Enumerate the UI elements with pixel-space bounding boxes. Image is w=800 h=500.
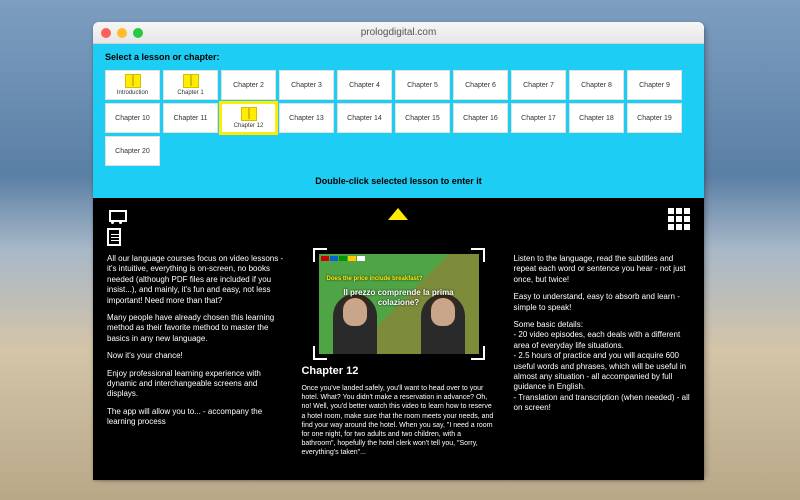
chapter-chip[interactable]: Chapter 16 <box>453 103 508 133</box>
chapter-chip-label: Chapter 16 <box>463 115 498 122</box>
right-p1: Listen to the language, read the subtitl… <box>514 254 690 285</box>
chapter-chip[interactable]: Chapter 18 <box>569 103 624 133</box>
document-icon[interactable] <box>107 228 121 246</box>
right-p3: Some basic details: - 20 video episodes,… <box>514 320 690 414</box>
close-icon[interactable] <box>101 28 111 38</box>
chapter-chip[interactable]: Chapter 12 <box>221 103 276 133</box>
chapter-selector-panel: Select a lesson or chapter: Introduction… <box>93 44 704 198</box>
chapter-chip-label: Chapter 7 <box>523 82 554 89</box>
chapter-chip-label: Chapter 10 <box>115 115 150 122</box>
chapter-chip-label: Chapter 18 <box>579 115 614 122</box>
chapter-chip-label: Chapter 4 <box>349 82 380 89</box>
video-thumbnail: Does the price include breakfast? Il pre… <box>319 254 479 354</box>
app-window: prologdigital.com Select a lesson or cha… <box>93 22 704 480</box>
chapter-chip-label: Chapter 14 <box>347 115 382 122</box>
chapter-chip[interactable]: Chapter 11 <box>163 103 218 133</box>
right-p2: Easy to understand, easy to absorb and l… <box>514 292 690 313</box>
chapter-chip[interactable]: Chapter 1 <box>163 70 218 100</box>
chapter-chip[interactable]: Chapter 17 <box>511 103 566 133</box>
left-p3: Now it's your chance! <box>107 351 283 361</box>
chapter-chip[interactable]: Chapter 20 <box>105 136 160 166</box>
cart-icon[interactable] <box>107 208 127 224</box>
chapter-chip[interactable]: Chapter 14 <box>337 103 392 133</box>
chapter-chip[interactable]: Chapter 2 <box>221 70 276 100</box>
chapter-title: Chapter 12 <box>301 364 495 378</box>
left-column: All our language courses focus on video … <box>107 254 283 457</box>
left-p4: Enjoy professional learning experience w… <box>107 369 283 400</box>
left-p5: The app will allow you to... - accompany… <box>107 407 283 428</box>
chapter-chip-label: Chapter 9 <box>639 82 670 89</box>
chapter-chip-label: Introduction <box>117 90 148 96</box>
video-italian-caption: Il prezzo comprende la prima colazione? <box>329 288 469 309</box>
video-frame[interactable]: Does the price include breakfast? Il pre… <box>319 254 479 354</box>
chapter-grid: Introduction Chapter 1 Chapter 2 Chapter 3 C… <box>105 70 692 166</box>
window-title: prologdigital.com <box>93 27 704 38</box>
left-p1: All our language courses focus on video … <box>107 254 283 306</box>
chapter-chip-label: Chapter 13 <box>289 115 324 122</box>
selector-label: Select a lesson or chapter: <box>105 52 692 62</box>
content-panel: All our language courses focus on video … <box>93 198 704 480</box>
chapter-chip[interactable]: Chapter 15 <box>395 103 450 133</box>
middle-column: Does the price include breakfast? Il pre… <box>301 254 495 457</box>
chapter-chip[interactable]: Chapter 10 <box>105 103 160 133</box>
left-p2: Many people have already chosen this lea… <box>107 313 283 344</box>
chapter-chip-label: Chapter 1 <box>177 90 203 96</box>
chevron-up-icon[interactable] <box>388 208 408 220</box>
chapter-body: Once you've landed safely, you'll want t… <box>301 384 495 457</box>
zoom-icon[interactable] <box>133 28 143 38</box>
chapter-chip-label: Chapter 12 <box>234 123 264 129</box>
chapter-chip-label: Chapter 8 <box>581 82 612 89</box>
titlebar: prologdigital.com <box>93 22 704 44</box>
chapter-chip-label: Chapter 20 <box>115 148 150 155</box>
chapter-chip[interactable]: Chapter 8 <box>569 70 624 100</box>
chapter-chip[interactable]: Chapter 7 <box>511 70 566 100</box>
right-column: Listen to the language, read the subtitl… <box>514 254 690 457</box>
chapter-chip-label: Chapter 2 <box>233 82 264 89</box>
chapter-chip-label: Chapter 11 <box>173 115 207 122</box>
chapter-chip[interactable]: Chapter 9 <box>627 70 682 100</box>
grid-menu-icon[interactable] <box>668 208 690 230</box>
selector-hint: Double-click selected lesson to enter it <box>105 166 692 192</box>
chapter-chip-label: Chapter 15 <box>405 115 440 122</box>
minimize-icon[interactable] <box>117 28 127 38</box>
chapter-chip[interactable]: Chapter 6 <box>453 70 508 100</box>
chapter-chip-label: Chapter 6 <box>465 82 496 89</box>
chapter-chip[interactable]: Introduction <box>105 70 160 100</box>
chapter-chip-label: Chapter 5 <box>407 82 438 89</box>
chapter-chip[interactable]: Chapter 3 <box>279 70 334 100</box>
chapter-chip[interactable]: Chapter 5 <box>395 70 450 100</box>
chapter-chip-label: Chapter 17 <box>521 115 556 122</box>
chapter-chip-label: Chapter 19 <box>637 115 672 122</box>
chapter-chip-label: Chapter 3 <box>291 82 322 89</box>
chapter-chip[interactable]: Chapter 4 <box>337 70 392 100</box>
video-yellow-caption: Does the price include breakfast? <box>327 276 423 284</box>
chapter-chip[interactable]: Chapter 19 <box>627 103 682 133</box>
chapter-chip[interactable]: Chapter 13 <box>279 103 334 133</box>
